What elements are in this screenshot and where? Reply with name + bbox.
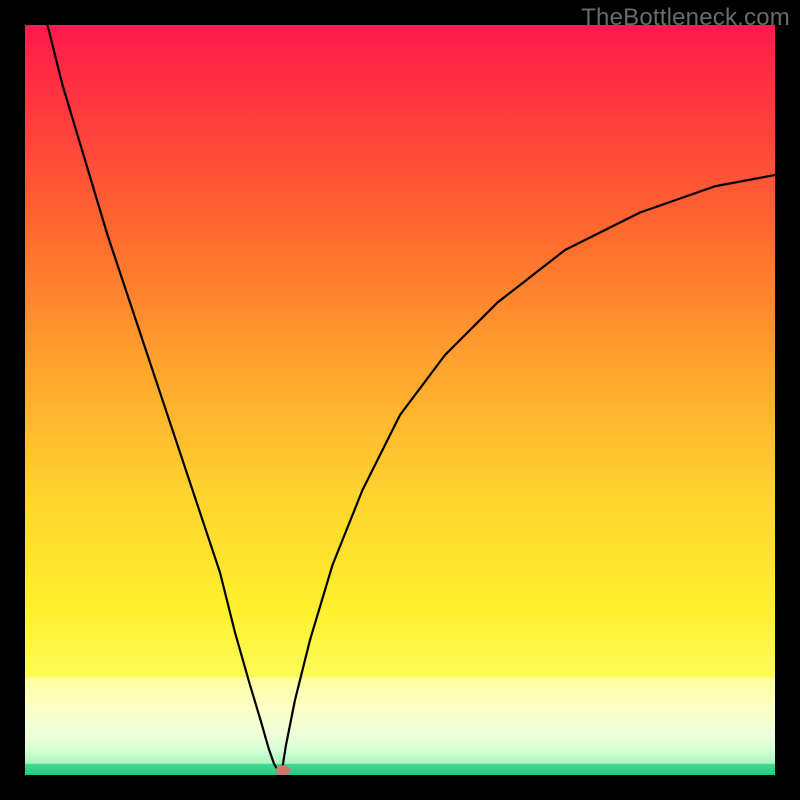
sweet-spot-marker — [276, 765, 291, 775]
bottleneck-curve — [48, 25, 776, 771]
chart-curve-layer — [25, 25, 775, 775]
chart-frame: TheBottleneck.com — [0, 0, 800, 800]
plot-area — [25, 25, 775, 775]
watermark-text: TheBottleneck.com — [581, 4, 790, 32]
